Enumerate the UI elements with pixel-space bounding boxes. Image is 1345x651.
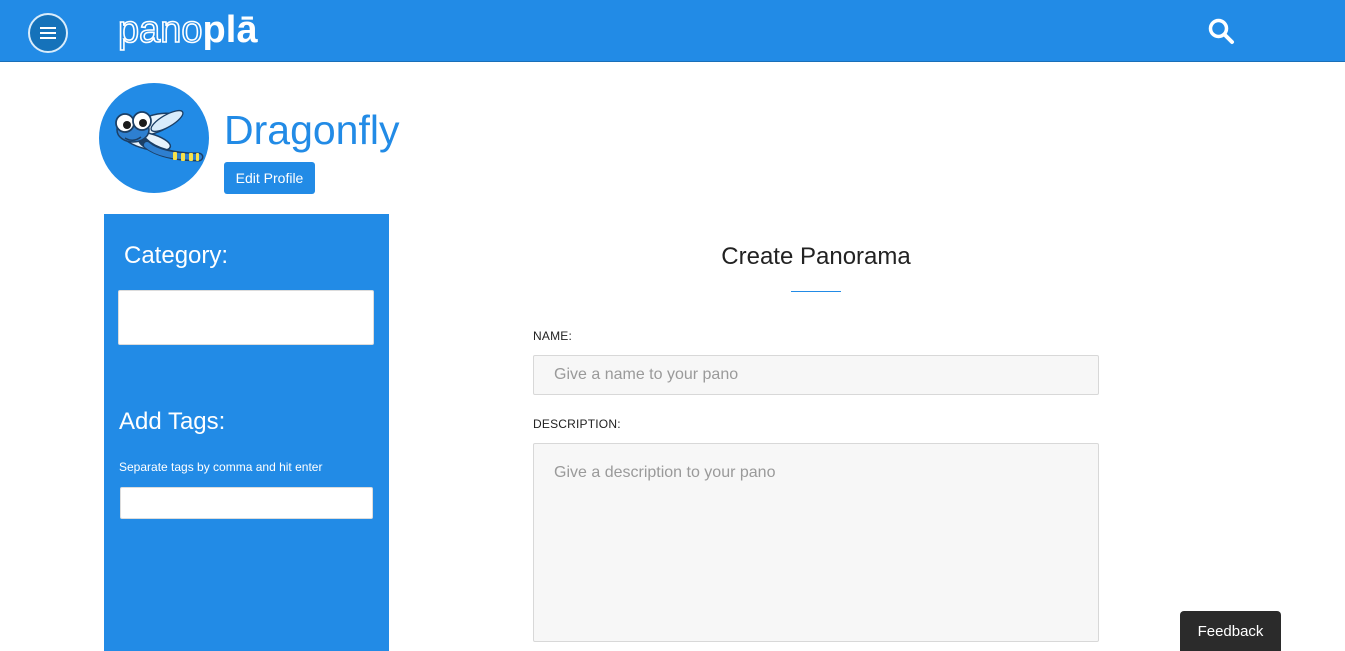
tags-input[interactable]	[120, 487, 373, 519]
feedback-button[interactable]: Feedback	[1180, 611, 1281, 651]
category-select[interactable]	[118, 290, 374, 345]
category-label: Category:	[124, 242, 229, 269]
page-title: Create Panorama	[721, 243, 911, 270]
panopla-logo[interactable]: pano plā	[117, 8, 258, 52]
hamburger-menu-button[interactable]	[28, 13, 68, 53]
name-input[interactable]	[533, 355, 1099, 395]
sidebar-panel: Category: Add Tags: Separate tags by com…	[104, 214, 389, 651]
search-button[interactable]	[1207, 17, 1235, 45]
top-navbar: pano plā	[0, 0, 1345, 62]
title-divider	[791, 291, 841, 292]
dragonfly-avatar-icon	[115, 109, 204, 162]
logo-text-pla: plā	[202, 9, 258, 51]
name-field-label: NAME:	[533, 329, 573, 343]
logo-text-pano: pano	[117, 8, 203, 52]
edit-profile-button[interactable]: Edit Profile	[224, 162, 315, 194]
tags-hint-text: Separate tags by comma and hit enter	[119, 460, 323, 474]
search-icon	[1208, 18, 1234, 44]
description-textarea[interactable]	[533, 443, 1099, 642]
avatar[interactable]	[99, 83, 209, 193]
description-field-label: DESCRIPTION:	[533, 417, 621, 431]
add-tags-label: Add Tags:	[119, 408, 226, 435]
profile-name: Dragonfly	[224, 107, 400, 153]
hamburger-menu-icon	[40, 24, 56, 42]
